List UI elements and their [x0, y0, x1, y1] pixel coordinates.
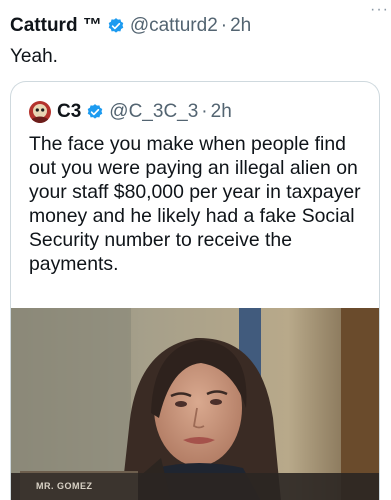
tweet-timestamp[interactable]: 2h: [230, 15, 251, 37]
more-dots-icon[interactable]: ···: [370, 2, 389, 18]
tweet-text: Yeah.: [10, 46, 58, 67]
quoted-tweet-header: C3 @C_3C_3 · 2h: [29, 100, 232, 124]
tweet-header: Catturd ™ @catturd2 · 2h: [10, 14, 379, 38]
separator-dot: ·: [201, 101, 208, 122]
nameplate-text: MR. GOMEZ: [36, 481, 93, 491]
verified-badge-icon: [108, 18, 124, 33]
quoted-author-handle[interactable]: @C_3C_3: [109, 101, 198, 123]
tweet[interactable]: Catturd ™ @catturd2 · 2h ··· Yeah. C3 @C…: [0, 0, 391, 500]
quoted-author-name[interactable]: C3: [57, 101, 81, 123]
quoted-tweet-text: The face you make when people find out y…: [29, 133, 361, 275]
author-name[interactable]: Catturd ™: [10, 15, 102, 37]
nameplate: MR. GOMEZ: [20, 471, 138, 500]
separator-dot: ·: [220, 15, 228, 36]
verified-badge-icon: [88, 104, 103, 119]
quoted-tweet-card[interactable]: C3 @C_3C_3 · 2h The face you make when p…: [10, 81, 380, 500]
author-handle[interactable]: @catturd2: [130, 15, 218, 37]
avatar[interactable]: [29, 101, 51, 123]
quoted-tweet-timestamp[interactable]: 2h: [211, 101, 232, 123]
quoted-tweet-photo[interactable]: MR. GOMEZ: [11, 308, 379, 500]
